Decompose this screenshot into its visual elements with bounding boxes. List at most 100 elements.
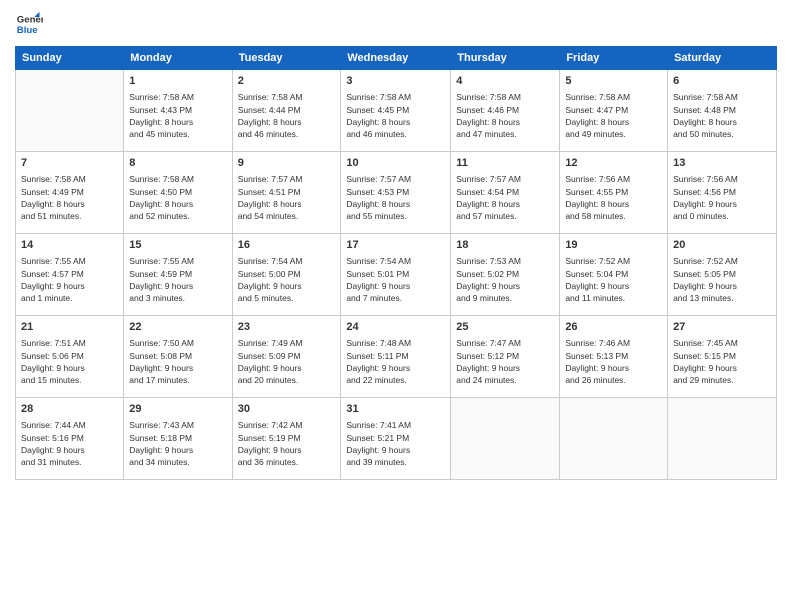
calendar-cell: 31 Sunrise: 7:41 AMSunset: 5:21 PMDayligh…: [341, 398, 451, 480]
day-number: 17: [346, 238, 445, 253]
day-info: Sunrise: 7:48 AMSunset: 5:11 PMDaylight:…: [346, 337, 445, 386]
day-number: 7: [21, 156, 118, 171]
day-info: Sunrise: 7:58 AMSunset: 4:45 PMDaylight:…: [346, 91, 445, 140]
calendar-cell: 21 Sunrise: 7:51 AMSunset: 5:06 PMDayligh…: [16, 316, 124, 398]
calendar-cell: 28Sunrise: 7:44 AMSunset: 5:16 PMDayligh…: [16, 398, 124, 480]
calendar-cell: 20 Sunrise: 7:52 AMSunset: 5:05 PMDayligh…: [668, 234, 777, 316]
day-info: Sunrise: 7:52 AMSunset: 5:05 PMDaylight:…: [673, 255, 771, 304]
calendar-cell: 9Sunrise: 7:57 AMSunset: 4:51 PMDaylight…: [232, 152, 341, 234]
calendar-cell: 6 Sunrise: 7:58 AMSunset: 4:48 PMDaylight…: [668, 70, 777, 152]
calendar-cell: 29 Sunrise: 7:43 AMSunset: 5:18 PMDayligh…: [124, 398, 232, 480]
day-number: 16: [238, 238, 336, 253]
calendar-cell: 17 Sunrise: 7:54 AMSunset: 5:01 PMDayligh…: [341, 234, 451, 316]
calendar-cell: 5 Sunrise: 7:58 AMSunset: 4:47 PMDaylight…: [560, 70, 668, 152]
day-number: 26: [565, 320, 662, 335]
calendar-cell: 2Sunrise: 7:58 AMSunset: 4:44 PMDaylight…: [232, 70, 341, 152]
day-number: 10: [346, 156, 445, 171]
day-number: 3: [346, 74, 445, 89]
calendar-cell: 18 Sunrise: 7:53 AMSunset: 5:02 PMDayligh…: [451, 234, 560, 316]
page: General Blue SundayMondayTuesdayWednesda…: [0, 0, 792, 612]
day-number: 8: [129, 156, 226, 171]
day-info: Sunrise: 7:49 AMSunset: 5:09 PMDaylight:…: [238, 337, 336, 386]
calendar-cell: 8 Sunrise: 7:58 AMSunset: 4:50 PMDaylight…: [124, 152, 232, 234]
calendar-cell: 3 Sunrise: 7:58 AMSunset: 4:45 PMDaylight…: [341, 70, 451, 152]
day-info: Sunrise: 7:57 AMSunset: 4:53 PMDaylight:…: [346, 173, 445, 222]
calendar-cell: 24 Sunrise: 7:48 AMSunset: 5:11 PMDayligh…: [341, 316, 451, 398]
day-info: Sunrise: 7:44 AMSunset: 5:16 PMDaylight:…: [21, 419, 118, 468]
week-row-1: 1 Sunrise: 7:58 AMSunset: 4:43 PMDaylight…: [16, 70, 777, 152]
day-number: 22: [129, 320, 226, 335]
day-info: Sunrise: 7:46 AMSunset: 5:13 PMDaylight:…: [565, 337, 662, 386]
day-number: 25: [456, 320, 554, 335]
day-number: 12: [565, 156, 662, 171]
calendar-cell: 10 Sunrise: 7:57 AMSunset: 4:53 PMDayligh…: [341, 152, 451, 234]
calendar-cell: 16 Sunrise: 7:54 AMSunset: 5:00 PMDayligh…: [232, 234, 341, 316]
day-number: 29: [129, 402, 226, 417]
calendar-cell: 11Sunrise: 7:57 AMSunset: 4:54 PMDayligh…: [451, 152, 560, 234]
day-info: Sunrise: 7:58 AMSunset: 4:43 PMDaylight:…: [129, 91, 226, 140]
day-number: 14: [21, 238, 118, 253]
day-info: Sunrise: 7:42 AMSunset: 5:19 PMDaylight:…: [238, 419, 336, 468]
calendar-cell: [560, 398, 668, 480]
day-info: Sunrise: 7:51 AMSunset: 5:06 PMDaylight:…: [21, 337, 118, 386]
calendar-table: SundayMondayTuesdayWednesdayThursdayFrid…: [15, 46, 777, 480]
day-info: Sunrise: 7:58 AMSunset: 4:47 PMDaylight:…: [565, 91, 662, 140]
day-info: Sunrise: 7:47 AMSunset: 5:12 PMDaylight:…: [456, 337, 554, 386]
day-number: 24: [346, 320, 445, 335]
calendar-cell: [451, 398, 560, 480]
header-row: SundayMondayTuesdayWednesdayThursdayFrid…: [16, 47, 777, 70]
day-number: 1: [129, 74, 226, 89]
calendar-cell: 25 Sunrise: 7:47 AMSunset: 5:12 PMDayligh…: [451, 316, 560, 398]
day-number: 18: [456, 238, 554, 253]
day-info: Sunrise: 7:54 AMSunset: 5:00 PMDaylight:…: [238, 255, 336, 304]
col-header-tuesday: Tuesday: [232, 47, 341, 70]
day-number: 20: [673, 238, 771, 253]
day-info: Sunrise: 7:54 AMSunset: 5:01 PMDaylight:…: [346, 255, 445, 304]
day-info: Sunrise: 7:58 AMSunset: 4:46 PMDaylight:…: [456, 91, 554, 140]
col-header-monday: Monday: [124, 47, 232, 70]
svg-text:Blue: Blue: [17, 25, 38, 36]
week-row-5: 28Sunrise: 7:44 AMSunset: 5:16 PMDayligh…: [16, 398, 777, 480]
day-info: Sunrise: 7:53 AMSunset: 5:02 PMDaylight:…: [456, 255, 554, 304]
col-header-wednesday: Wednesday: [341, 47, 451, 70]
day-info: Sunrise: 7:45 AMSunset: 5:15 PMDaylight:…: [673, 337, 771, 386]
calendar-cell: 14 Sunrise: 7:55 AMSunset: 4:57 PMDayligh…: [16, 234, 124, 316]
day-number: 21: [21, 320, 118, 335]
day-info: Sunrise: 7:43 AMSunset: 5:18 PMDaylight:…: [129, 419, 226, 468]
week-row-2: 7Sunrise: 7:58 AMSunset: 4:49 PMDaylight…: [16, 152, 777, 234]
calendar-cell: 13 Sunrise: 7:56 AMSunset: 4:56 PMDayligh…: [668, 152, 777, 234]
calendar-cell: [16, 70, 124, 152]
col-header-friday: Friday: [560, 47, 668, 70]
calendar-cell: [668, 398, 777, 480]
calendar-cell: 12 Sunrise: 7:56 AMSunset: 4:55 PMDayligh…: [560, 152, 668, 234]
calendar-cell: 26 Sunrise: 7:46 AMSunset: 5:13 PMDayligh…: [560, 316, 668, 398]
day-number: 30: [238, 402, 336, 417]
logo: General Blue: [15, 10, 43, 38]
calendar-cell: 23Sunrise: 7:49 AMSunset: 5:09 PMDayligh…: [232, 316, 341, 398]
calendar-cell: 15Sunrise: 7:55 AMSunset: 4:59 PMDayligh…: [124, 234, 232, 316]
day-info: Sunrise: 7:55 AMSunset: 4:57 PMDaylight:…: [21, 255, 118, 304]
calendar-cell: 22 Sunrise: 7:50 AMSunset: 5:08 PMDayligh…: [124, 316, 232, 398]
header: General Blue: [15, 10, 777, 38]
day-info: Sunrise: 7:56 AMSunset: 4:56 PMDaylight:…: [673, 173, 771, 222]
day-number: 31: [346, 402, 445, 417]
day-number: 6: [673, 74, 771, 89]
day-number: 13: [673, 156, 771, 171]
col-header-saturday: Saturday: [668, 47, 777, 70]
day-number: 5: [565, 74, 662, 89]
day-info: Sunrise: 7:41 AMSunset: 5:21 PMDaylight:…: [346, 419, 445, 468]
col-header-thursday: Thursday: [451, 47, 560, 70]
day-info: Sunrise: 7:50 AMSunset: 5:08 PMDaylight:…: [129, 337, 226, 386]
calendar-cell: 19Sunrise: 7:52 AMSunset: 5:04 PMDayligh…: [560, 234, 668, 316]
day-number: 9: [238, 156, 336, 171]
day-number: 27: [673, 320, 771, 335]
day-info: Sunrise: 7:56 AMSunset: 4:55 PMDaylight:…: [565, 173, 662, 222]
day-info: Sunrise: 7:57 AMSunset: 4:54 PMDaylight:…: [456, 173, 554, 222]
week-row-3: 14 Sunrise: 7:55 AMSunset: 4:57 PMDayligh…: [16, 234, 777, 316]
calendar-cell: 27 Sunrise: 7:45 AMSunset: 5:15 PMDayligh…: [668, 316, 777, 398]
day-info: Sunrise: 7:58 AMSunset: 4:50 PMDaylight:…: [129, 173, 226, 222]
day-info: Sunrise: 7:55 AMSunset: 4:59 PMDaylight:…: [129, 255, 226, 304]
calendar-cell: 7Sunrise: 7:58 AMSunset: 4:49 PMDaylight…: [16, 152, 124, 234]
day-number: 19: [565, 238, 662, 253]
day-info: Sunrise: 7:58 AMSunset: 4:48 PMDaylight:…: [673, 91, 771, 140]
